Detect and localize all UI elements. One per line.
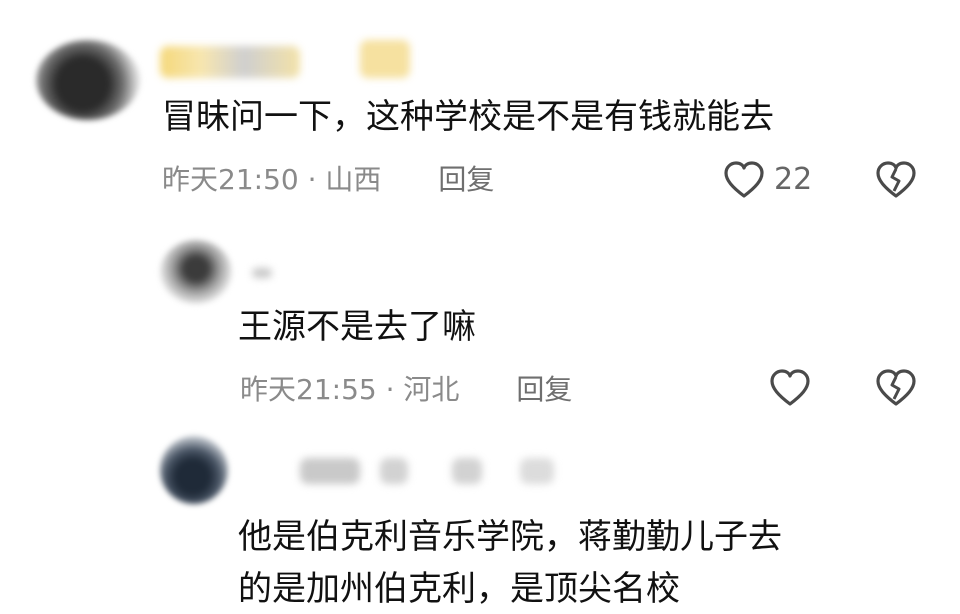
avatar[interactable] xyxy=(160,436,228,504)
avatar[interactable] xyxy=(160,240,232,304)
broken-heart-icon[interactable] xyxy=(874,160,918,204)
avatar[interactable] xyxy=(36,40,140,120)
badge-redacted xyxy=(360,40,410,78)
username-redacted xyxy=(380,458,408,484)
username-redacted xyxy=(452,458,482,484)
comment-text-line: 的是加州伯克利，是顶尖名校 xyxy=(238,569,680,609)
username-redacted[interactable] xyxy=(160,46,300,78)
comment-text-line: 他是伯克利音乐学院，蒋勤勤儿子去 xyxy=(238,517,782,557)
username-redacted xyxy=(520,458,554,484)
broken-heart-icon[interactable] xyxy=(874,368,918,412)
comment-meta: 昨天21:50 · 山西 回复 xyxy=(162,162,494,198)
comment-text: 王源不是去了嘛 xyxy=(238,307,476,347)
comment-timestamp-location: 昨天21:55 · 河北 xyxy=(240,373,460,406)
comment-timestamp-location: 昨天21:50 · 山西 xyxy=(162,163,382,196)
reply-button[interactable]: 回复 xyxy=(438,163,494,196)
like-count: 22 xyxy=(774,162,813,197)
heart-outline-icon[interactable] xyxy=(768,368,812,412)
comment-meta: 昨天21:55 · 河北 回复 xyxy=(240,372,572,408)
heart-outline-icon[interactable] xyxy=(722,160,766,204)
reply-button[interactable]: 回复 xyxy=(516,373,572,406)
username-redacted[interactable] xyxy=(252,268,272,278)
comment-text: 冒昧问一下，这种学校是不是有钱就能去 xyxy=(162,97,774,137)
username-redacted[interactable] xyxy=(300,458,360,484)
